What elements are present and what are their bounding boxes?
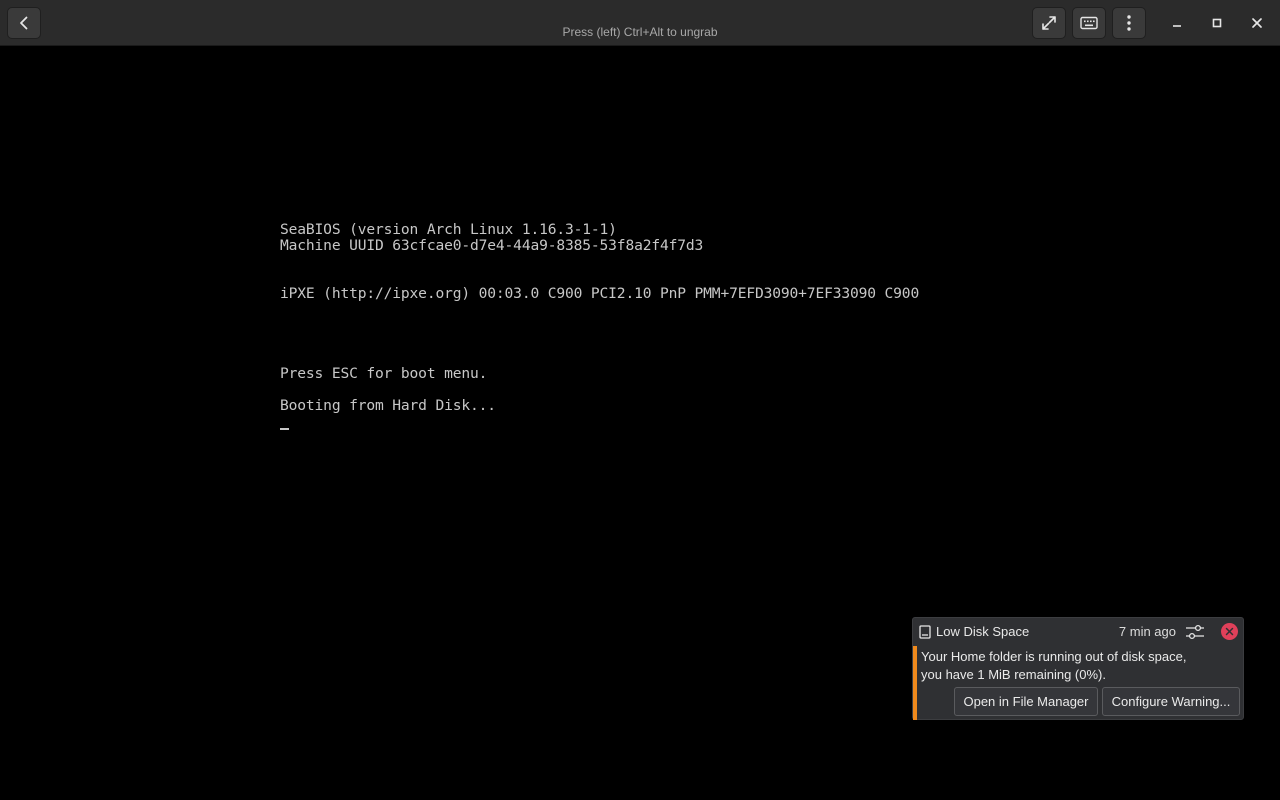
console-line-uuid: Machine UUID 63cfcae0-d7e4-44a9-8385-53f…: [280, 237, 704, 254]
notification-close-button[interactable]: [1221, 623, 1238, 640]
urgency-accent-bar: [913, 646, 917, 720]
expand-icon: [1042, 16, 1056, 30]
notification-time: 7 min ago: [1118, 624, 1176, 639]
configure-icon[interactable]: [1185, 623, 1205, 641]
console-line-booting: Booting from Hard Disk...: [280, 397, 496, 414]
kebab-menu-icon: [1127, 15, 1131, 31]
minimize-button[interactable]: [1161, 7, 1193, 39]
open-in-file-manager-button[interactable]: Open in File Manager: [954, 687, 1098, 716]
close-icon: [1225, 627, 1234, 636]
console-line-esc: Press ESC for boot menu.: [280, 365, 488, 382]
close-icon: [1252, 18, 1262, 28]
drive-icon: [919, 625, 931, 639]
fullscreen-button[interactable]: [1032, 7, 1066, 39]
keyboard-icon: [1080, 16, 1098, 30]
keyboard-button[interactable]: [1072, 7, 1106, 39]
notification-body-line: you have 1 MiB remaining (0%).: [921, 667, 1106, 682]
maximize-button[interactable]: [1201, 7, 1233, 39]
minimize-icon: [1173, 25, 1181, 27]
console-line-seabios: SeaBIOS (version Arch Linux 1.16.3-1-1): [280, 221, 617, 238]
maximize-icon: [1212, 18, 1222, 28]
notification-popup[interactable]: Low Disk Space 7 min ago Your Home folde…: [912, 617, 1244, 720]
notification-body-line: Your Home folder is running out of disk …: [921, 649, 1187, 664]
menu-button[interactable]: [1112, 7, 1146, 39]
header-bar: Press (left) Ctrl+Alt to ungrab: [0, 0, 1280, 46]
window-close-button[interactable]: [1241, 7, 1273, 39]
configure-warning-button[interactable]: Configure Warning...: [1102, 687, 1240, 716]
text-cursor: [280, 428, 289, 430]
console-line-ipxe: iPXE (http://ipxe.org) 00:03.0 C900 PCI2…: [280, 285, 920, 302]
notification-title: Low Disk Space: [936, 624, 1030, 639]
notification-body: Your Home folder is running out of disk …: [921, 648, 1221, 684]
